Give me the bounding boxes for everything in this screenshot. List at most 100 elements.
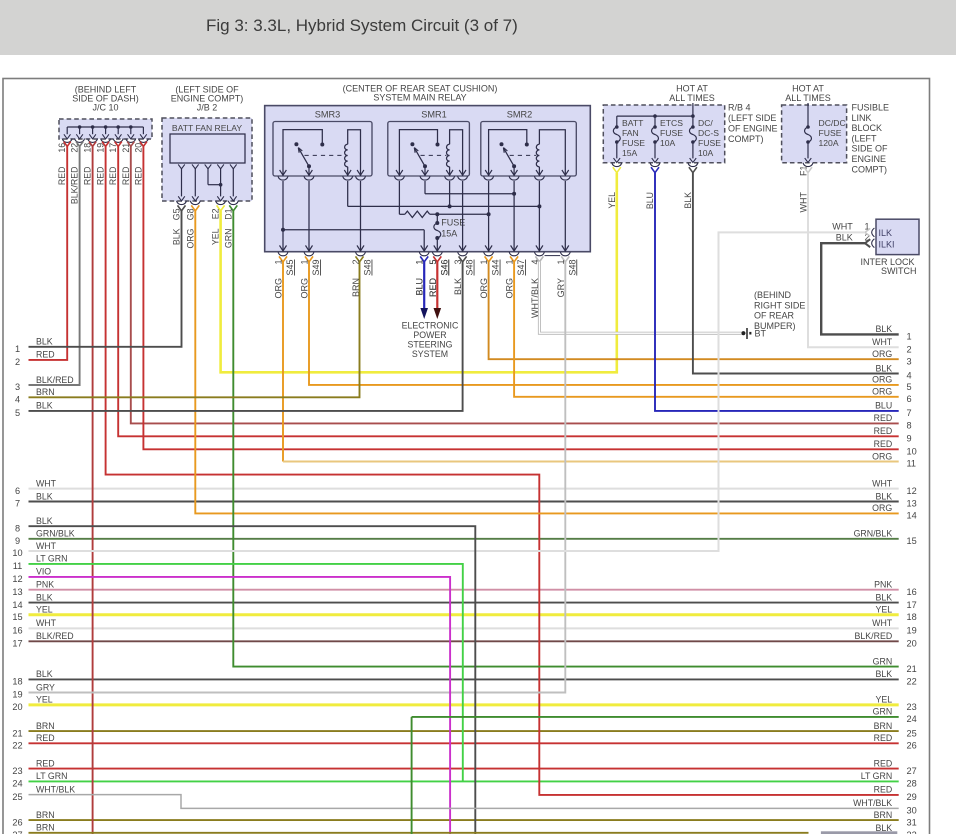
svg-text:WHT/BLK: WHT/BLK — [853, 798, 892, 808]
svg-text:BLK: BLK — [36, 337, 53, 347]
svg-text:OF REAR: OF REAR — [754, 311, 795, 321]
svg-text:6: 6 — [907, 394, 912, 404]
svg-text:BLU: BLU — [645, 192, 655, 209]
svg-text:DC-S: DC-S — [698, 128, 719, 138]
svg-text:17: 17 — [907, 600, 917, 610]
svg-text:8: 8 — [907, 421, 912, 431]
svg-text:ORG: ORG — [872, 451, 892, 461]
svg-text:7: 7 — [15, 499, 20, 509]
svg-text:ORG: ORG — [872, 375, 892, 385]
svg-text:ENGINE: ENGINE — [852, 154, 887, 164]
svg-text:10: 10 — [12, 548, 22, 558]
svg-text:R/B 4: R/B 4 — [728, 103, 751, 113]
svg-text:G8: G8 — [185, 208, 195, 220]
svg-text:BLK: BLK — [836, 233, 853, 243]
svg-text:ORG: ORG — [872, 349, 892, 359]
svg-text:1: 1 — [274, 260, 284, 265]
svg-text:SYSTEM MAIN RELAY: SYSTEM MAIN RELAY — [373, 93, 466, 103]
svg-text:28: 28 — [907, 779, 917, 789]
svg-text:J/B 2: J/B 2 — [197, 103, 218, 113]
svg-text:26: 26 — [12, 817, 22, 827]
svg-text:RED: RED — [874, 426, 893, 436]
svg-text:20: 20 — [907, 639, 917, 649]
svg-text:RED: RED — [874, 733, 893, 743]
svg-text:SMR3: SMR3 — [315, 110, 341, 120]
svg-text:D1: D1 — [223, 208, 233, 219]
svg-text:POWER: POWER — [413, 330, 446, 340]
svg-text:BLK: BLK — [36, 592, 53, 602]
svg-text:ORG: ORG — [274, 278, 284, 299]
svg-text:BLK/RED: BLK/RED — [855, 631, 893, 641]
svg-text:YEL: YEL — [607, 192, 617, 209]
svg-text:SWITCH: SWITCH — [881, 266, 917, 276]
svg-text:VIO: VIO — [36, 567, 51, 577]
svg-text:ORG: ORG — [185, 228, 195, 248]
svg-text:RED: RED — [57, 167, 67, 186]
svg-text:BLK/RED: BLK/RED — [36, 375, 74, 385]
svg-text:WHT/BLK: WHT/BLK — [36, 784, 75, 794]
svg-text:1: 1 — [907, 332, 912, 342]
svg-text:12: 12 — [907, 486, 917, 496]
svg-text:13: 13 — [12, 587, 22, 597]
svg-text:GRY: GRY — [36, 682, 55, 692]
svg-text:BLK/RED: BLK/RED — [70, 167, 80, 205]
svg-text:LT GRN: LT GRN — [36, 771, 67, 781]
svg-text:5: 5 — [907, 382, 912, 392]
svg-text:HOT AT: HOT AT — [792, 83, 824, 93]
svg-text:BLK/RED: BLK/RED — [36, 631, 74, 641]
svg-text:13: 13 — [907, 499, 917, 509]
svg-text:GRN: GRN — [873, 656, 893, 666]
svg-text:23: 23 — [12, 766, 22, 776]
svg-text:S45: S45 — [285, 260, 295, 276]
svg-text:10A: 10A — [660, 138, 676, 148]
svg-text:LINK: LINK — [852, 113, 872, 123]
svg-text:15: 15 — [12, 612, 22, 622]
svg-text:BRN: BRN — [36, 810, 55, 820]
svg-text:S46: S46 — [439, 260, 449, 276]
svg-text:ORG: ORG — [479, 278, 489, 299]
svg-text:BLK: BLK — [876, 823, 893, 833]
svg-text:FUSE: FUSE — [441, 217, 465, 227]
svg-text:YEL: YEL — [876, 605, 893, 615]
svg-text:SMR2: SMR2 — [507, 110, 533, 120]
svg-text:BRN: BRN — [36, 823, 55, 833]
svg-text:RIGHT SIDE: RIGHT SIDE — [754, 300, 805, 310]
svg-text:DC/: DC/ — [698, 118, 713, 128]
svg-text:S49: S49 — [311, 260, 321, 276]
svg-text:22: 22 — [12, 741, 22, 751]
svg-text:BLK: BLK — [36, 669, 53, 679]
svg-text:31: 31 — [907, 817, 917, 827]
svg-text:1: 1 — [505, 260, 515, 265]
svg-text:15A: 15A — [441, 228, 457, 238]
svg-text:120A: 120A — [819, 138, 839, 148]
svg-text:BLOCK: BLOCK — [852, 123, 883, 133]
svg-text:BLU: BLU — [415, 278, 425, 296]
svg-text:27: 27 — [907, 766, 917, 776]
svg-text:RED: RED — [36, 758, 55, 768]
svg-text:GRY: GRY — [556, 278, 566, 297]
svg-text:ILKI: ILKI — [879, 239, 895, 249]
svg-text:Fig 3: 3.3L, Hybrid System Cir: Fig 3: 3.3L, Hybrid System Circuit (3 of… — [206, 16, 518, 35]
svg-text:BATT: BATT — [622, 118, 644, 128]
svg-text:(LEFT SIDE: (LEFT SIDE — [728, 113, 776, 123]
svg-text:PNK: PNK — [36, 580, 54, 590]
svg-text:21: 21 — [907, 664, 917, 674]
svg-text:16: 16 — [12, 626, 22, 636]
svg-text:WHT: WHT — [36, 541, 57, 551]
svg-text:WHT: WHT — [832, 222, 853, 232]
svg-text:ORG: ORG — [505, 278, 515, 299]
svg-text:BRN: BRN — [874, 721, 893, 731]
svg-text:1: 1 — [300, 260, 310, 265]
svg-text:BRN: BRN — [36, 387, 55, 397]
svg-text:RED: RED — [874, 758, 893, 768]
svg-text:2: 2 — [907, 345, 912, 355]
svg-text:S47: S47 — [516, 260, 526, 276]
svg-text:22: 22 — [907, 677, 917, 687]
svg-text:FAN: FAN — [622, 128, 639, 138]
svg-text:5: 5 — [428, 260, 438, 265]
svg-text:1: 1 — [15, 344, 20, 354]
svg-text:LT GRN: LT GRN — [861, 771, 892, 781]
svg-text:BLK: BLK — [36, 401, 53, 411]
svg-text:1: 1 — [556, 260, 566, 265]
svg-text:HOT AT: HOT AT — [676, 83, 708, 93]
